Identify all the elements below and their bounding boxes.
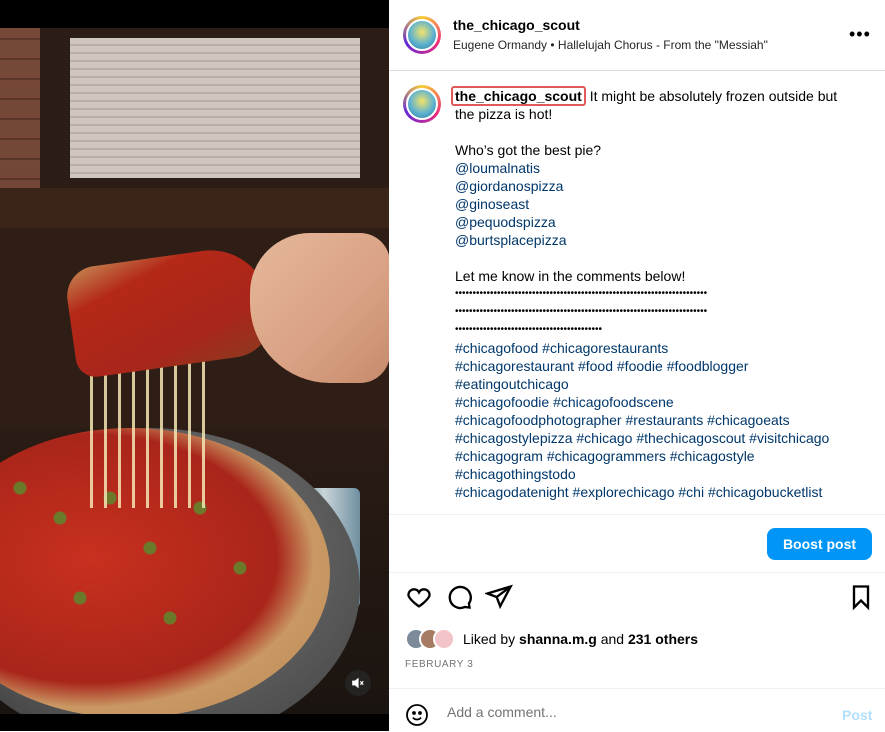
more-icon: ••• — [849, 24, 871, 44]
caption-avatar[interactable] — [403, 85, 441, 123]
caption-question: Who’s got the best pie? — [455, 142, 602, 158]
likes-prefix: Liked by — [463, 631, 520, 647]
caption-line: It might be absolutely frozen outside bu… — [585, 88, 838, 104]
hashtag-line[interactable]: #chicagofoodphotographer #restaurants #c… — [455, 411, 870, 429]
author-avatar[interactable] — [403, 16, 441, 54]
post-side-panel: the_chicago_scout Eugene Ormandy • Halle… — [389, 0, 885, 731]
mute-toggle-button[interactable] — [345, 670, 371, 696]
audio-attribution[interactable]: Eugene Ormandy • Hallelujah Chorus - Fro… — [453, 38, 768, 52]
liker-username[interactable]: shanna.m.g — [519, 631, 597, 647]
caption-line: the pizza is hot! — [455, 106, 553, 122]
post-media[interactable] — [0, 0, 389, 731]
mention-link[interactable]: @loumalnatis — [455, 159, 870, 177]
media-letterbox-bottom — [0, 714, 389, 731]
liker-avatar — [433, 628, 455, 650]
caption-cta: Let me know in the comments below! — [455, 268, 686, 284]
hashtag-line[interactable]: #chicagogram #chicagogrammers #chicagost… — [455, 447, 870, 465]
hashtag-line[interactable]: #chicagostylepizza #chicago #thechicagos… — [455, 429, 870, 447]
likes-middle: and — [596, 631, 628, 647]
likes-summary[interactable]: Liked by shanna.m.g and 231 others — [405, 628, 698, 650]
likes-text: Liked by shanna.m.g and 231 others — [463, 631, 698, 647]
hashtag-line[interactable]: #chicagodatenight #explorechicago #chi #… — [455, 483, 870, 501]
bookmark-icon[interactable] — [847, 583, 875, 611]
post-header: the_chicago_scout Eugene Ormandy • Halle… — [389, 0, 885, 71]
emoji-icon[interactable] — [405, 703, 429, 727]
post-dialog: the_chicago_scout Eugene Ormandy • Halle… — [0, 0, 885, 731]
comment-row: Post — [389, 688, 885, 732]
mention-link[interactable]: @burtsplacepizza — [455, 231, 870, 249]
mention-link[interactable]: @giordanospizza — [455, 177, 870, 195]
comment-icon[interactable] — [445, 583, 473, 611]
likes-others[interactable]: 231 others — [628, 631, 698, 647]
author-username[interactable]: the_chicago_scout — [453, 17, 580, 33]
hashtag-line[interactable]: #chicagofoodie #chicagofoodscene — [455, 393, 870, 411]
avatar-image — [406, 19, 438, 51]
post-comment-button[interactable]: Post — [842, 707, 872, 723]
heart-icon[interactable] — [405, 583, 433, 611]
hashtag-line[interactable]: #chicagofood #chicagorestaurants — [455, 339, 870, 357]
hashtag-line[interactable]: #chicagothingstodo — [455, 465, 870, 483]
avatar-image — [406, 88, 438, 120]
caption-text: the_chicago_scout It might be absolutely… — [451, 86, 870, 501]
hashtag-line[interactable]: #chicagorestaurant #food #foodie #foodbl… — [455, 357, 870, 375]
shelf — [0, 188, 389, 228]
muted-speaker-icon — [352, 677, 364, 689]
hashtag-line[interactable]: #eatingoutchicago — [455, 375, 870, 393]
dot-separator: ••••••••••••••••••••••••••••••••••••••••… — [455, 324, 603, 335]
dot-separator: ••••••••••••••••••••••••••••••••••••••••… — [455, 288, 708, 299]
comment-input[interactable] — [445, 701, 809, 723]
mention-link[interactable]: @ginoseast — [455, 195, 870, 213]
dot-separator: ••••••••••••••••••••••••••••••••••••••••… — [455, 306, 708, 317]
caption-username[interactable]: the_chicago_scout — [451, 86, 586, 106]
share-icon[interactable] — [485, 583, 513, 611]
caption-area: the_chicago_scout It might be absolutely… — [389, 71, 885, 514]
pizza-video[interactable] — [0, 28, 389, 731]
mention-link[interactable]: @pequodspizza — [455, 213, 870, 231]
window-blinds — [70, 38, 360, 178]
boost-row: Boost post — [389, 514, 885, 573]
media-letterbox-top — [0, 0, 389, 28]
more-options-button[interactable]: ••• — [849, 24, 871, 45]
boost-post-button[interactable]: Boost post — [767, 528, 872, 560]
action-bar — [389, 583, 885, 615]
post-date[interactable]: FEBRUARY 3 — [405, 659, 473, 670]
